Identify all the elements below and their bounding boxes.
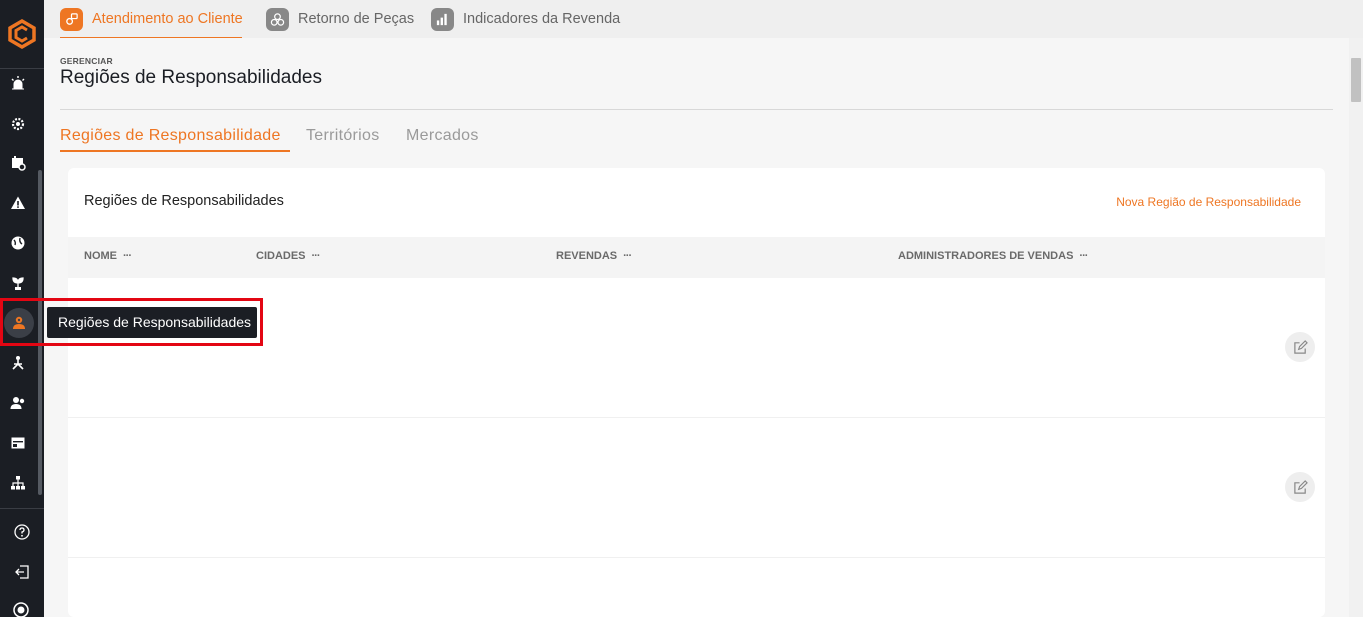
sidebar-divider-bottom bbox=[0, 508, 44, 509]
title-divider bbox=[60, 109, 1333, 110]
card-title: Regiões de Responsabilidades bbox=[84, 193, 284, 209]
calendar-grid-icon bbox=[11, 437, 25, 449]
sidebar-item-warnings[interactable] bbox=[4, 189, 32, 217]
customer-service-icon bbox=[60, 7, 83, 31]
column-header-nome[interactable]: NOME ··· bbox=[84, 250, 132, 262]
globe-icon bbox=[11, 236, 25, 250]
column-header-cidades[interactable]: CIDADES ··· bbox=[256, 250, 321, 262]
users-icon bbox=[10, 397, 25, 409]
main-scrollbar[interactable] bbox=[1349, 38, 1363, 617]
sidebar-item-global[interactable] bbox=[4, 229, 32, 257]
column-menu-icon[interactable]: ··· bbox=[123, 250, 132, 262]
scrollbar-thumb[interactable] bbox=[1351, 58, 1361, 102]
column-header-revendas[interactable]: REVENDAS ··· bbox=[556, 250, 632, 262]
logout-icon bbox=[15, 565, 29, 579]
sidebar-tooltip: Regiões de Responsabilidades bbox=[47, 307, 257, 338]
parts-return-icon bbox=[266, 7, 289, 31]
table-row[interactable] bbox=[68, 558, 1325, 617]
column-menu-icon[interactable]: ··· bbox=[623, 250, 632, 262]
tab-atendimento-ao-cliente[interactable]: Atendimento ao Cliente bbox=[60, 6, 243, 32]
subtab-territorios[interactable]: Territórios bbox=[306, 127, 380, 145]
page-title: Regiões de Responsabilidades bbox=[60, 67, 322, 88]
subtab-regioes-de-responsabilidade[interactable]: Regiões de Responsabilidade bbox=[60, 127, 281, 145]
tab-label: Indicadores da Revenda bbox=[463, 11, 621, 27]
sidebar-item-org-structure[interactable] bbox=[4, 469, 32, 497]
help-icon bbox=[14, 524, 30, 540]
sidebar-item-hierarchy[interactable] bbox=[4, 349, 32, 377]
gear-icon bbox=[11, 117, 25, 131]
active-subtab-indicator bbox=[60, 150, 290, 152]
calendar-icon bbox=[12, 156, 26, 171]
person-network-icon bbox=[12, 356, 24, 370]
sidebar-item-alerts[interactable] bbox=[4, 69, 32, 97]
column-menu-icon[interactable]: ··· bbox=[1079, 250, 1088, 262]
sidebar-item-profile[interactable] bbox=[7, 596, 35, 617]
table-header: NOME ··· CIDADES ··· REVENDAS ··· ADMINISTR… bbox=[68, 237, 1325, 278]
sidebar-item-settings[interactable] bbox=[4, 110, 32, 138]
sitemap-icon bbox=[11, 476, 25, 490]
sidebar-item-calendar[interactable] bbox=[4, 149, 32, 177]
subtab-mercados[interactable]: Mercados bbox=[406, 127, 479, 145]
plant-icon bbox=[12, 277, 24, 290]
tab-indicadores-da-revenda[interactable]: Indicadores da Revenda bbox=[431, 6, 620, 32]
sidebar-item-logout[interactable] bbox=[8, 558, 36, 586]
sidebar-item-growth[interactable] bbox=[4, 269, 32, 297]
tab-label: Atendimento ao Cliente bbox=[92, 11, 243, 27]
sidebar-item-users[interactable] bbox=[4, 389, 32, 417]
breadcrumb: GERENCIAR bbox=[60, 56, 113, 66]
new-region-button[interactable]: Nova Região de Responsabilidade bbox=[1116, 195, 1301, 209]
tab-retorno-de-pecas[interactable]: Retorno de Peças bbox=[266, 6, 414, 32]
edit-button[interactable] bbox=[1285, 332, 1315, 362]
edit-icon bbox=[1293, 339, 1308, 354]
sidebar-item-help[interactable] bbox=[8, 518, 36, 546]
siren-icon bbox=[11, 76, 25, 90]
edit-icon bbox=[1293, 479, 1308, 494]
brand-logo[interactable] bbox=[6, 18, 38, 50]
tab-label: Retorno de Peças bbox=[298, 11, 415, 27]
avatar-icon bbox=[13, 602, 29, 617]
sidebar-item-schedule[interactable] bbox=[4, 429, 32, 457]
column-menu-icon[interactable]: ··· bbox=[312, 250, 321, 262]
warning-icon bbox=[11, 196, 25, 209]
column-header-administradores[interactable]: ADMINISTRADORES DE VENDAS ··· bbox=[898, 250, 1088, 262]
table-row[interactable] bbox=[68, 418, 1325, 558]
regions-card: Regiões de Responsabilidades Nova Região… bbox=[68, 168, 1325, 617]
edit-button[interactable] bbox=[1285, 472, 1315, 502]
bar-chart-icon bbox=[431, 7, 454, 31]
